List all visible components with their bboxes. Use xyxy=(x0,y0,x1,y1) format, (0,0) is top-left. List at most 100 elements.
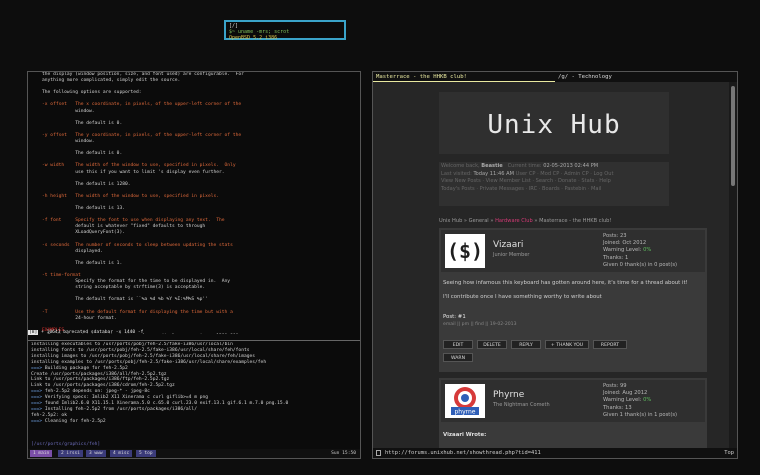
avatar-image: phyrne xyxy=(451,387,479,416)
scroll-position: Top xyxy=(724,450,734,456)
post-2: phyrne Phyrne The Nightman Cometh Posts:… xyxy=(439,378,707,450)
log-arrow: ===> xyxy=(31,418,43,424)
reply-button[interactable]: REPLY xyxy=(511,340,541,349)
log-text: Building package for feh-2.5p2 xyxy=(42,365,128,371)
log-text: installing fonts to /usr/ports/pobj/feh-… xyxy=(31,347,250,353)
site-logo[interactable]: Unix Hub xyxy=(439,110,669,140)
author-title: Junior Member xyxy=(493,252,530,258)
post-text-2: I'll contribute once I have something wo… xyxy=(443,294,602,301)
post-header: phyrne Phyrne The Nightman Cometh Posts:… xyxy=(441,380,705,422)
author-stats: Posts: 23 Joined: Oct 2012 Warning Level… xyxy=(603,233,677,269)
breadcrumb-forum[interactable]: Hardware Club xyxy=(495,218,533,224)
warn-button[interactable]: WARN xyxy=(443,353,473,362)
log-text: Link to /usr/ports/packages/i386/cdrom/f… xyxy=(31,383,175,389)
tag-2[interactable]: 2 irssi xyxy=(58,450,83,457)
pane-index: [8] xyxy=(28,330,39,335)
log-text: Verifying specs: Imlib2 X11 Xinerama c c… xyxy=(42,395,209,401)
thanks-count: Thanks: 1 xyxy=(603,254,629,261)
edit-button[interactable]: EDIT xyxy=(443,340,473,349)
post-count: Posts: 99 xyxy=(603,383,627,389)
breadcrumb-parent[interactable]: Unix Hub » General » xyxy=(439,218,493,224)
log-text: feh-2.5p2: ok xyxy=(31,412,67,418)
last-visited: Today 11:46 AM xyxy=(473,170,514,177)
warning-label: Warning Level: xyxy=(603,247,642,254)
log-text: feh-2.5p2 depends on: jpeg-* - jpeg-8c xyxy=(42,389,150,395)
log-arrow: ===> xyxy=(31,365,43,371)
build-log-pane[interactable]: installing executables to /usr/ports/pob… xyxy=(31,342,359,442)
tag-5[interactable]: 5 top xyxy=(136,450,156,457)
warning-level: 0% xyxy=(643,397,652,404)
warning-label: Warning Level: xyxy=(603,397,642,404)
browser-window[interactable]: Masterrace - the HHKB club! /g/ - Techno… xyxy=(372,71,738,459)
post-number[interactable]: Post: #1 xyxy=(443,314,466,320)
post-author[interactable]: Phyrne xyxy=(493,390,524,400)
breadcrumb-thread: » Masterrace - the HHKB club! xyxy=(534,218,612,224)
site-header: Unix Hub xyxy=(439,92,669,154)
tab-bar: Masterrace - the HHKB club! /g/ - Techno… xyxy=(373,72,737,82)
user-panel: Welcome back, Beastie Current time: 02-0… xyxy=(439,162,669,206)
nav-links-2[interactable]: Today's Posts · Private Messages · IRC ·… xyxy=(441,186,667,194)
status-command: + 10643 barecated sdatabar -x 1440 -f xyxy=(41,330,144,335)
avatar-label: phyrne xyxy=(454,409,475,416)
manpage-status-line: [8] + 10643 barecated sdatabar -x 1440 -… xyxy=(28,330,360,340)
last-visited-label: Last visited: xyxy=(441,170,472,177)
current-time-label: Current time: xyxy=(507,163,542,169)
delete-button[interactable]: DELETE xyxy=(477,340,507,349)
log-line: ===> Cleaning for feh-2.5p2 xyxy=(31,419,359,425)
log-text: installing executables to /usr/ports/pob… xyxy=(31,342,233,347)
status-url: http://forums.unixhub.net/showthread.php… xyxy=(385,450,541,456)
post-header: ($) Vizaari Junior Member Posts: 23 Join… xyxy=(441,230,705,272)
welcome-text: Welcome back, xyxy=(441,163,480,169)
log-text: installing examples to /usr/ports/pobj/f… xyxy=(31,359,267,365)
clock: Sun 15:50 xyxy=(331,451,356,456)
pane-divider[interactable] xyxy=(28,340,360,341)
thanks-given: Given 1 thank(s) in 1 post(s) xyxy=(603,411,678,418)
log-arrow: ===> xyxy=(31,401,43,407)
shell-prompt[interactable]: [/usr/ports/graphics/feh] xyxy=(31,442,100,447)
warning-level: 0% xyxy=(643,247,652,254)
log-text: Create /usr/ports/packages/i386/all/feh-… xyxy=(31,371,167,377)
tag-3[interactable]: 3 www xyxy=(86,450,106,457)
post-1: ($) Vizaari Junior Member Posts: 23 Join… xyxy=(439,228,707,372)
terminal-window-left[interactable]: the display (window position, size, and … xyxy=(27,71,361,459)
log-arrow: ===> xyxy=(31,395,43,401)
tab-masterrace[interactable]: Masterrace - the HHKB club! xyxy=(373,72,555,82)
post-meta[interactable]: email || pm || find || 19-02-2013 xyxy=(443,322,517,327)
term-output: OpenBSD 5.2 i386 xyxy=(229,35,278,41)
breadcrumb: Unix Hub » General » Hardware Club » Mas… xyxy=(439,218,699,224)
post-text: Seeing how infamous this keyboard has go… xyxy=(443,280,688,286)
scroll-thumb[interactable] xyxy=(731,86,735,186)
browser-status-bar: http://forums.unixhub.net/showthread.php… xyxy=(373,448,737,458)
log-text: installing images to /usr/ports/pobj/feh… xyxy=(31,353,256,359)
tag-bar: 1 main 2 irssi 3 www 4 misc 5 top Sun 15… xyxy=(28,449,360,458)
post-body: Seeing how infamous this keyboard has go… xyxy=(443,280,701,302)
log-text: found Imlib2.6.0 X11.15.1 Xinerama.5.0 c… xyxy=(42,401,289,407)
post-count: Posts: 23 xyxy=(603,233,627,239)
nav-links[interactable]: View New Posts · View Member List · Sear… xyxy=(441,178,667,186)
username-link[interactable]: Beastie xyxy=(481,163,502,169)
tag-4[interactable]: 4 misc xyxy=(110,450,133,457)
log-text: Link to /usr/ports/packages/i386/ftp/feh… xyxy=(31,377,170,383)
avatar[interactable]: phyrne xyxy=(445,384,485,418)
log-text: Installing feh-2.5p2 from /usr/ports/pac… xyxy=(42,406,197,412)
thanks-given: Given 0 thank(s) in 0 post(s) xyxy=(603,261,678,268)
tab-technology[interactable]: /g/ - Technology xyxy=(555,72,737,82)
scrollbar[interactable] xyxy=(729,82,737,450)
floating-terminal[interactable]: [/] $~ uname -mrs; scrot OpenBSD 5.2 i38… xyxy=(224,20,346,41)
author-stats: Posts: 99 Joined: Aug 2012 Warning Level… xyxy=(603,383,677,419)
user-links[interactable]: User CP · Mod CP · Admin CP · Log Out xyxy=(516,171,614,177)
log-arrow: ===> xyxy=(31,406,43,412)
log-arrow: ===> xyxy=(31,389,43,395)
join-date: Joined: Oct 2012 xyxy=(603,240,647,247)
post-author[interactable]: Vizaari xyxy=(493,240,523,250)
log-text: Cleaning for feh-2.5p2 xyxy=(42,418,106,424)
manpage-pane[interactable]: the display (window position, size, and … xyxy=(42,72,360,334)
join-date: Joined: Aug 2012 xyxy=(603,390,648,397)
web-page[interactable]: Unix Hub Welcome back, Beastie Current t… xyxy=(373,82,729,450)
thank-you-button[interactable]: + THANK YOU xyxy=(545,340,589,349)
author-title: The Nightman Cometh xyxy=(493,402,550,408)
report-button[interactable]: REPORT xyxy=(593,340,627,349)
current-time: 02-05-2013 02:44 PM xyxy=(543,163,599,169)
avatar[interactable]: ($) xyxy=(445,234,485,268)
tag-1[interactable]: 1 main xyxy=(30,450,53,457)
